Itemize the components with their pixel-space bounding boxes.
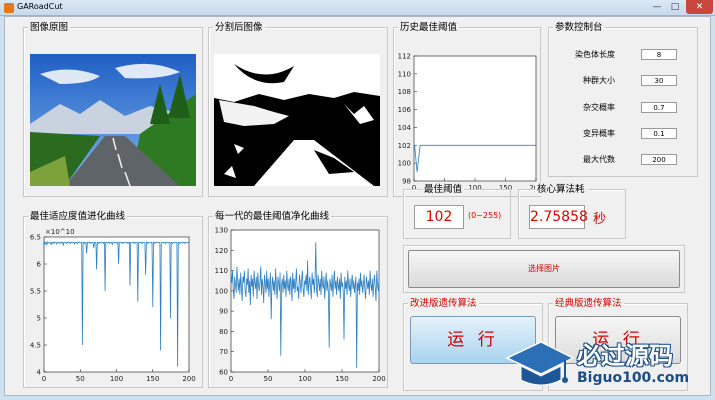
x-tick-label: 150 <box>335 375 348 383</box>
minimize-button[interactable]: — <box>648 0 666 14</box>
watermark-logo: 必过源码 Biguo100.com <box>505 336 710 396</box>
history-threshold-chart: 98100102104106108110112050100150200 <box>398 53 543 193</box>
threshold-range-label: (0~255) <box>468 211 502 220</box>
segmented-image-panel: 分割后图像 <box>208 21 388 197</box>
param-label-crossover-rate: 杂交概率 <box>583 103 615 112</box>
best-threshold-value: 102 <box>414 205 464 229</box>
watermark-en-text: Biguo100.com <box>577 370 690 386</box>
parameter-console-panel: 参数控制台 染色体长度 种群大小 杂交概率 变异概率 最大代数 <box>548 21 698 177</box>
history-threshold-panel: 历史最佳阈值 981001021041061081101120501001502… <box>393 21 543 197</box>
y-tick-label: 4.5 <box>30 342 41 350</box>
y-tick-label: 100 <box>398 160 411 168</box>
window-title: GARoadCut <box>17 2 63 11</box>
best-threshold-panel: 最佳阈值 102 (0~255) <box>403 183 511 239</box>
x-tick-label: 50 <box>264 375 273 383</box>
x-tick-label: 0 <box>42 375 46 383</box>
chromosome-length-input[interactable] <box>641 49 677 60</box>
panel-title: 改进版遗传算法 <box>408 297 479 310</box>
x-tick-label: 200 <box>372 375 385 383</box>
close-button[interactable]: ✕ <box>686 0 713 14</box>
maximize-button[interactable]: □ <box>666 0 684 14</box>
generation-threshold-chart: 60 70 80 90 100 110 120 130 0 50 100 150 200 <box>215 227 386 384</box>
x-tick-label: 150 <box>146 375 159 383</box>
core-time-panel: 核心算法耗 2.75858 秒 <box>518 183 626 239</box>
select-image-button[interactable]: 选择图片 <box>408 250 680 288</box>
y-tick-label: 70 <box>219 348 228 356</box>
param-label-max-generations: 最大代数 <box>583 155 615 164</box>
mutation-rate-input[interactable] <box>641 128 677 139</box>
y-tick-label: 6 <box>37 261 42 269</box>
param-label-chromosome-length: 染色体长度 <box>575 50 615 59</box>
y-tick-label: 104 <box>398 124 412 132</box>
x-tick-label: 50 <box>76 375 85 383</box>
generation-threshold-panel: 每一代的最佳阈值净化曲线 60 70 80 90 100 110 120 130 0 50 100 1… <box>208 210 388 388</box>
original-image-panel: 图像原图 <box>23 21 203 197</box>
segmented-binary-image <box>214 54 380 186</box>
y-tick-label: 106 <box>398 106 412 114</box>
select-image-frame: 选择图片 <box>403 245 685 293</box>
param-label-mutation-rate: 变异概率 <box>583 129 615 138</box>
x-tick-label: 100 <box>110 375 123 383</box>
y-tick-label: 102 <box>398 142 411 150</box>
y-tick-label: 80 <box>219 328 228 336</box>
y-tick-label: 5.5 <box>30 288 41 296</box>
y-tick-label: 120 <box>215 247 228 255</box>
plot-area <box>43 236 190 373</box>
y-tick-label: 110 <box>215 267 228 275</box>
population-size-input[interactable] <box>641 75 677 86</box>
y-tick-label: 5 <box>37 315 41 323</box>
fitness-curve-chart: 44.555.566.50 50 100 150 200×10^10 <box>30 228 196 383</box>
core-time-value: 2.75858 <box>529 205 588 229</box>
original-road-image <box>30 54 196 186</box>
y-tick-label: 60 <box>219 369 228 377</box>
matlab-icon <box>4 3 14 13</box>
time-unit-label: 秒 <box>593 212 607 227</box>
y-exponent-label: ×10^10 <box>45 228 75 236</box>
panel-title: 最佳阈值 <box>422 183 465 196</box>
watermark-cn-text: 必过源码 <box>577 342 673 370</box>
param-label-population-size: 种群大小 <box>583 76 615 85</box>
x-tick-label: 0 <box>229 375 233 383</box>
panel-title: 图像原图 <box>28 21 71 34</box>
y-tick-label: 130 <box>215 227 228 235</box>
y-tick-label: 98 <box>402 178 411 186</box>
y-tick-label: 112 <box>398 53 411 61</box>
panel-title: 经典版遗传算法 <box>553 297 624 310</box>
y-tick-label: 108 <box>398 88 411 96</box>
title-bar: GARoadCut — □ ✕ <box>0 0 715 16</box>
y-tick-label: 90 <box>219 308 228 316</box>
fitness-curve-panel: 最佳适应度值进化曲线 4 4.5 5 5.5 6 6.5 0 50 100 150 200 ×10^1… <box>23 210 203 388</box>
max-generations-input[interactable] <box>641 154 677 165</box>
y-tick-label: 100 <box>215 287 228 295</box>
panel-title: 核心算法耗 <box>535 183 587 196</box>
x-tick-label: 100 <box>298 375 311 383</box>
panel-title: 分割后图像 <box>213 21 265 34</box>
graduation-cap-icon <box>505 341 575 386</box>
x-tick-label: 200 <box>182 375 195 383</box>
y-tick-label: 6.5 <box>30 234 41 242</box>
plot-area <box>413 55 537 182</box>
crossover-rate-input[interactable] <box>641 102 677 113</box>
y-tick-label: 110 <box>398 70 411 78</box>
panel-title: 参数控制台 <box>553 21 605 34</box>
